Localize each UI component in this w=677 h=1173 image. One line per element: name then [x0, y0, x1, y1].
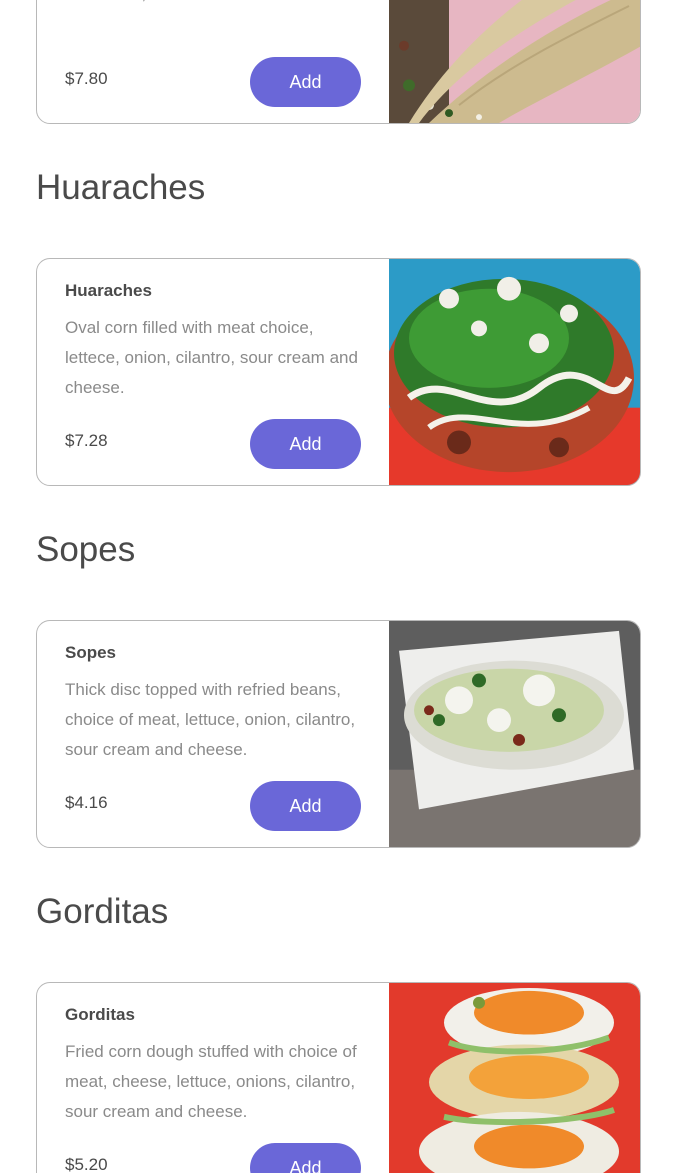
item-price: $4.16 — [65, 793, 108, 812]
item-name: Gorditas — [65, 1005, 135, 1024]
menu-item-info: Gorditas Fried corn dough stuffed with c… — [37, 983, 389, 1173]
add-button[interactable]: Add — [250, 1143, 361, 1173]
menu-item-card[interactable]: Sopes Thick disc topped with refried bea… — [36, 620, 641, 848]
item-description: with onion, cilantro and cilantro. — [65, 0, 365, 9]
section-title-sopes: Sopes — [36, 530, 136, 569]
item-name: Huaraches — [65, 281, 152, 300]
menu-item-card[interactable]: Huaraches Oval corn filled with meat cho… — [36, 258, 641, 486]
section-title-gorditas: Gorditas — [36, 892, 169, 931]
item-price: $7.80 — [65, 69, 108, 88]
item-description: Fried corn dough stuffed with choice of … — [65, 1042, 357, 1121]
menu-item-card[interactable]: Gorditas Fried corn dough stuffed with c… — [36, 982, 641, 1173]
menu-item-info: Huaraches Oval corn filled with meat cho… — [37, 259, 389, 485]
item-description: Thick disc topped with refried beans, ch… — [65, 680, 356, 759]
item-name: Sopes — [65, 643, 117, 662]
menu-item-card[interactable]: with onion, cilantro and cilantro. $7.80… — [36, 0, 641, 124]
add-button[interactable]: Add — [250, 781, 361, 831]
add-button[interactable]: Add — [250, 419, 361, 469]
item-price: $5.20 — [65, 1155, 108, 1173]
item-photo — [389, 983, 640, 1173]
item-description: Oval corn filled with meat choice, lette… — [65, 318, 358, 397]
item-photo — [389, 259, 640, 485]
menu-item-info: Sopes Thick disc topped with refried bea… — [37, 621, 389, 847]
section-title-huaraches: Huaraches — [36, 168, 206, 207]
menu-item-info: with onion, cilantro and cilantro. $7.80… — [37, 0, 389, 123]
add-button[interactable]: Add — [250, 57, 361, 107]
item-photo — [389, 0, 640, 123]
item-photo — [389, 621, 640, 847]
item-price: $7.28 — [65, 431, 108, 450]
